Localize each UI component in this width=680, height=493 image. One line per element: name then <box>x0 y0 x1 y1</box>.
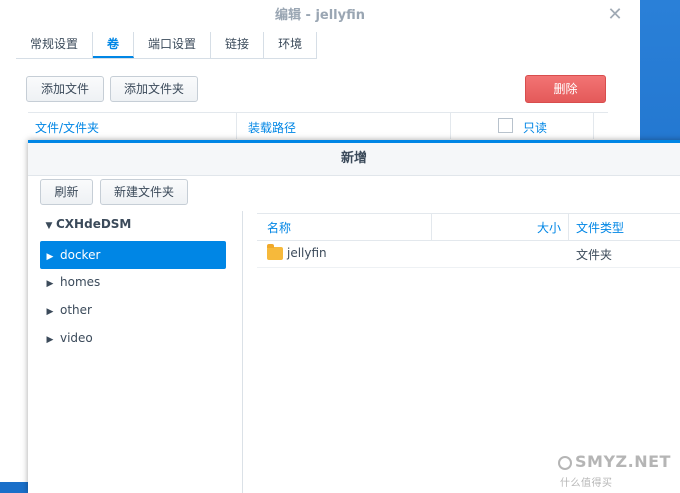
column-separator <box>450 113 451 139</box>
column-separator <box>593 113 594 139</box>
tab-general[interactable]: 常规设置 <box>16 32 94 58</box>
new-folder-button[interactable]: 新建文件夹 <box>100 179 188 205</box>
tab-volume[interactable]: 卷 <box>93 32 135 58</box>
caret-right-icon[interactable]: ▶ <box>40 270 60 298</box>
add-folder-button[interactable]: 添加文件夹 <box>110 76 198 102</box>
add-file-button[interactable]: 添加文件 <box>26 76 104 102</box>
watermark-subtext: 什么值得买 <box>560 478 613 489</box>
watermark: SMYZ.NET 什么值得买 <box>558 452 680 490</box>
volume-table-header: 文件/文件夹 装载路径 只读 <box>28 112 608 141</box>
column-path[interactable]: 文件/文件夹 <box>35 119 99 136</box>
delete-button[interactable]: 删除 <box>525 75 606 103</box>
column-mount-path[interactable]: 装载路径 <box>248 119 296 136</box>
tab-port-settings[interactable]: 端口设置 <box>134 32 212 58</box>
window-title: 编辑 - jellyfin <box>275 8 365 23</box>
column-readonly: 只读 <box>523 121 548 135</box>
tab-bar: 常规设置 卷 端口设置 链接 环境 <box>16 32 318 59</box>
tree-item-other[interactable]: ▶ other <box>40 296 226 324</box>
tree-item-docker[interactable]: ▶ docker <box>40 241 226 269</box>
dialog-title: 新增 <box>28 143 680 176</box>
file-grid-header: 名称 大小 文件类型 <box>257 213 680 241</box>
tree-item-label: other <box>60 303 92 317</box>
tree-item-homes[interactable]: ▶ homes <box>40 268 226 296</box>
table-row[interactable]: jellyfin 文件夹 <box>257 240 680 268</box>
tree-item-label: docker <box>60 248 101 262</box>
tree-item-label: homes <box>60 275 101 289</box>
tree-item-video[interactable]: ▶ video <box>40 324 226 352</box>
add-dialog: 新增 刷新 新建文件夹 ▼ CXHdeDSM ▶ docker ▶ homes ▶ ot… <box>28 140 680 493</box>
column-separator <box>431 214 432 240</box>
caret-right-icon[interactable]: ▶ <box>40 243 60 271</box>
tab-links[interactable]: 链接 <box>211 32 265 58</box>
column-size[interactable]: 大小 <box>537 219 561 236</box>
close-icon[interactable]: ✕ <box>604 4 626 26</box>
watermark-logo-icon <box>558 456 572 470</box>
caret-right-icon[interactable]: ▶ <box>40 298 60 326</box>
tree-item-label: video <box>60 331 93 345</box>
column-name[interactable]: 名称 <box>267 219 291 236</box>
tree-root-label: CXHdeDSM <box>56 217 132 231</box>
column-type[interactable]: 文件类型 <box>576 219 624 236</box>
caret-right-icon[interactable]: ▶ <box>40 326 60 354</box>
refresh-button[interactable]: 刷新 <box>40 179 93 205</box>
row-name: jellyfin <box>287 246 327 260</box>
folder-tree: ▼ CXHdeDSM ▶ docker ▶ homes ▶ other ▶ video <box>28 211 243 493</box>
column-separator <box>568 214 569 240</box>
tree-root[interactable]: ▼ CXHdeDSM <box>42 217 132 231</box>
readonly-checkbox[interactable] <box>498 118 513 133</box>
caret-down-icon[interactable]: ▼ <box>42 221 56 231</box>
tab-environment[interactable]: 环境 <box>264 32 318 58</box>
watermark-text: SMYZ.NET <box>575 452 671 471</box>
folder-icon <box>267 244 283 260</box>
column-separator <box>236 113 237 139</box>
row-type: 文件夹 <box>576 248 613 262</box>
